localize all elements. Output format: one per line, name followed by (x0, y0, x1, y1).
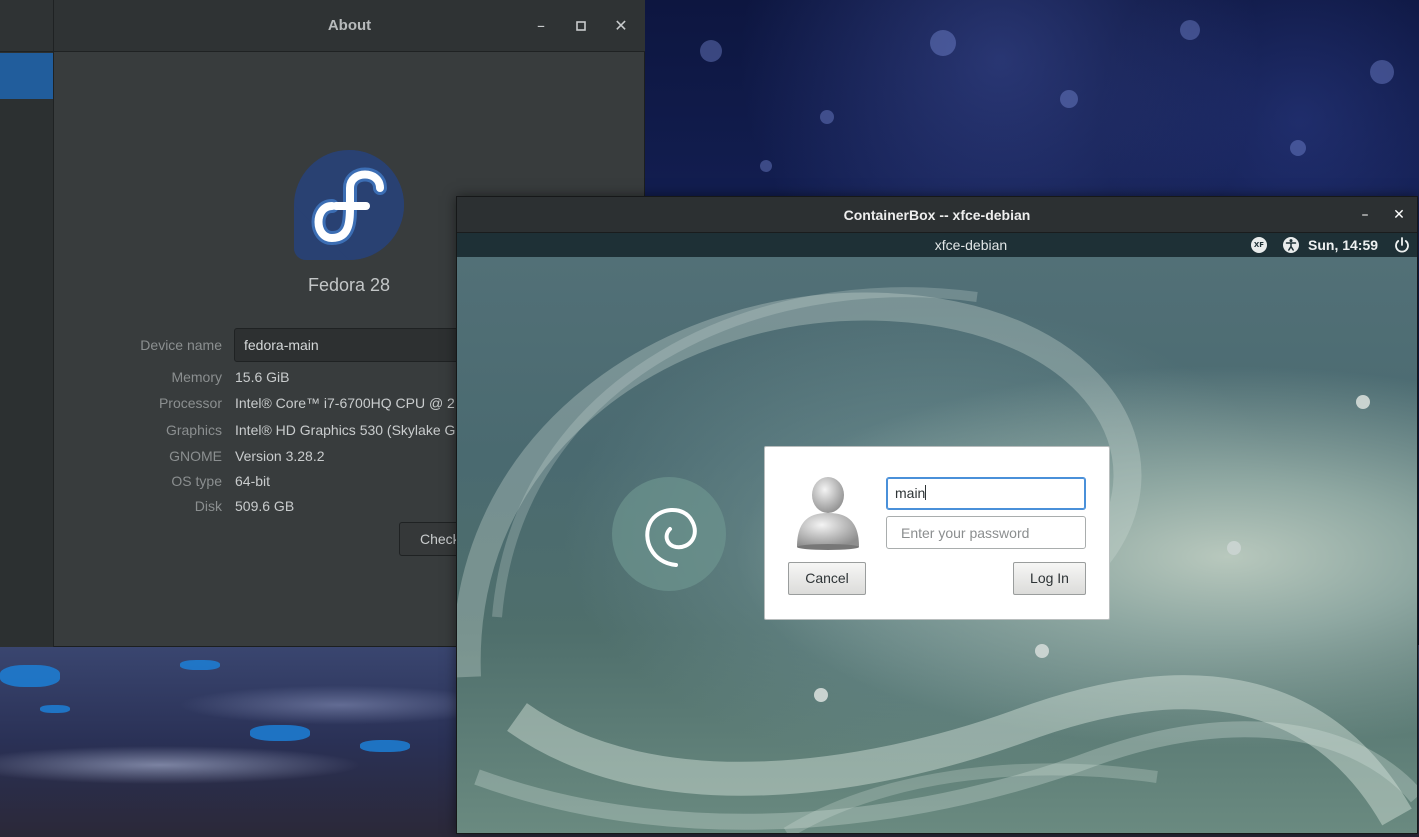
username-field[interactable]: main (886, 477, 1086, 510)
bokeh-light (1060, 90, 1078, 108)
minimize-button[interactable]: – (1355, 205, 1375, 225)
log-in-button[interactable]: Log In (1013, 562, 1086, 595)
user-avatar-icon (797, 477, 859, 550)
os-type-label: OS type (171, 473, 222, 489)
maximize-button[interactable] (569, 14, 593, 38)
sidebar-header (0, 0, 53, 52)
text-caret (925, 485, 927, 500)
panel-clock[interactable]: Sun, 14:59 (1308, 237, 1378, 253)
ice-highlight (360, 740, 410, 752)
about-window-title: About (327, 17, 372, 34)
close-button[interactable]: ✕ (609, 14, 633, 38)
sidebar-item-selected[interactable] (0, 53, 53, 99)
bokeh-light (930, 30, 956, 56)
accessibility-icon[interactable] (1283, 237, 1299, 253)
background-dot (1035, 644, 1049, 658)
power-icon[interactable] (1394, 236, 1410, 254)
bokeh-light (1290, 140, 1306, 156)
maximize-icon (576, 21, 586, 31)
processor-label: Processor (158, 395, 222, 411)
settings-sidebar (0, 0, 54, 647)
disk-value: 509.6 GB (235, 498, 295, 514)
bokeh-light (820, 110, 834, 124)
close-button[interactable]: ✕ (1389, 205, 1409, 225)
disk-label: Disk (194, 498, 222, 514)
containerbox-window: ContainerBox -- xfce-debian – ✕ xfce-deb… (456, 196, 1418, 834)
graphics-label: Graphics (165, 422, 222, 438)
graphics-value: Intel® HD Graphics 530 (Skylake G (235, 422, 456, 438)
processor-value: Intel® Core™ i7-6700HQ CPU @ 2. (235, 395, 459, 411)
gnome-version-value: Version 3.28.2 (235, 448, 325, 464)
login-dialog: main Enter your password Cancel Log In (764, 446, 1110, 620)
ice-highlight (40, 705, 70, 713)
lightdm-greeter-background: main Enter your password Cancel Log In (457, 257, 1417, 833)
ice-highlight (180, 660, 220, 670)
bokeh-light (760, 160, 772, 172)
ice-highlight (0, 665, 60, 687)
about-titlebar[interactable]: About – ✕ (0, 0, 645, 52)
bokeh-light (1370, 60, 1394, 84)
debian-logo-badge (612, 477, 726, 591)
fedora-logo-icon (294, 150, 404, 260)
username-value: main (895, 485, 926, 501)
cancel-button[interactable]: Cancel (788, 562, 866, 595)
memory-value: 15.6 GiB (235, 369, 290, 385)
xfce-top-panel: xfce-debian XF Sun, 14:59 (457, 233, 1417, 257)
ice-highlight (250, 725, 310, 741)
bokeh-light (1180, 20, 1200, 40)
password-field[interactable]: Enter your password (886, 516, 1086, 549)
memory-label: Memory (171, 369, 222, 385)
device-name-field[interactable]: fedora-main (234, 328, 474, 362)
background-dot (1356, 395, 1370, 409)
os-type-value: 64-bit (235, 473, 271, 489)
containerbox-titlebar[interactable]: ContainerBox -- xfce-debian – ✕ (457, 197, 1417, 233)
panel-hostname: xfce-debian (934, 237, 1008, 253)
gnome-label: GNOME (169, 448, 222, 464)
accessibility-glyph (1285, 239, 1297, 251)
bokeh-light (700, 40, 722, 62)
containerbox-window-title: ContainerBox -- xfce-debian (843, 207, 1031, 223)
minimize-button[interactable]: – (529, 14, 553, 38)
xfce-icon[interactable]: XF (1251, 237, 1267, 253)
background-dot (814, 688, 828, 702)
device-name-label: Device name (140, 337, 222, 353)
debian-swirl-icon (645, 508, 697, 567)
background-dot (1227, 541, 1241, 555)
